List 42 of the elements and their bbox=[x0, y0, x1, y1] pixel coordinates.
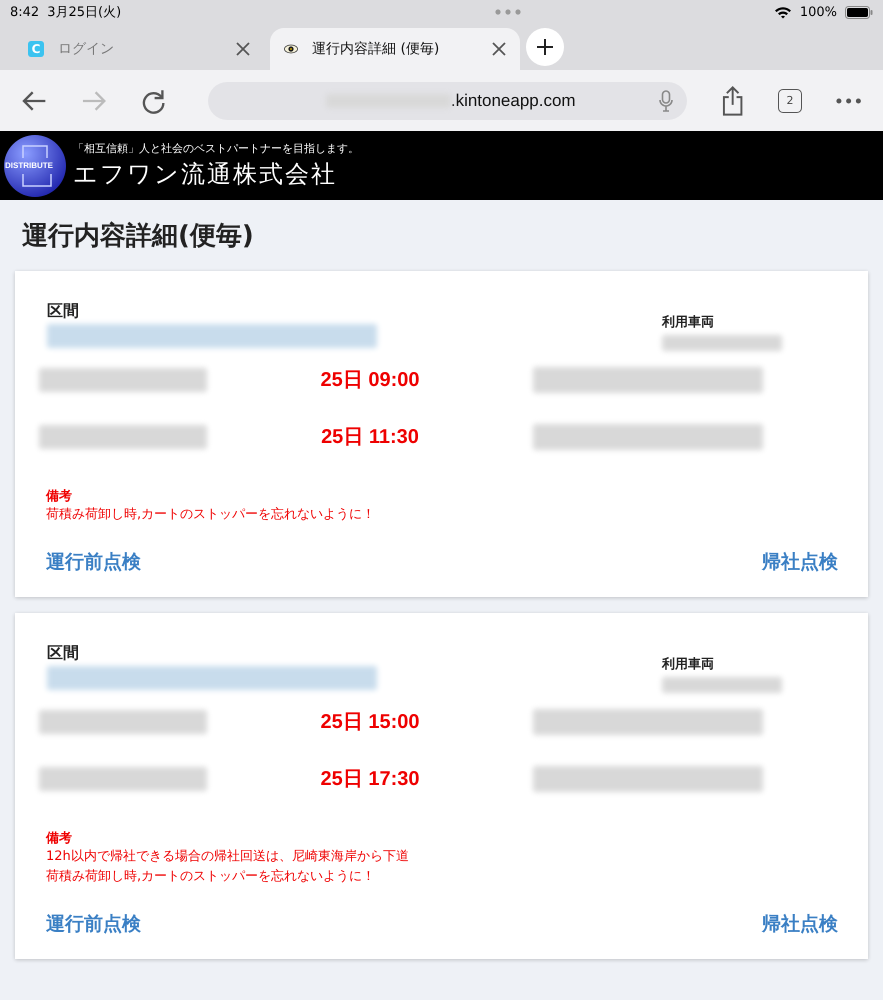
notes-label: 備考 bbox=[46, 488, 73, 505]
new-tab-button[interactable] bbox=[526, 28, 564, 66]
tab-count-button[interactable]: 2 bbox=[778, 88, 802, 112]
microphone-icon[interactable] bbox=[659, 90, 673, 112]
more-dots-icon bbox=[494, 9, 520, 15]
status-time: 8:42 bbox=[10, 4, 40, 20]
time-value: 25日 11:30 bbox=[320, 425, 420, 450]
wifi-icon bbox=[774, 6, 792, 18]
inspection-link[interactable]: 帰社点検 bbox=[762, 549, 838, 575]
back-arrow-icon[interactable] bbox=[22, 90, 48, 112]
section-label: 区間 bbox=[47, 643, 80, 664]
section-label: 区間 bbox=[47, 301, 80, 322]
company-name: エフワン流通株式会社 bbox=[73, 159, 338, 190]
close-icon[interactable] bbox=[492, 42, 506, 56]
time-value: 25日 17:30 bbox=[320, 767, 420, 792]
time-value: 25日 15:00 bbox=[320, 710, 420, 735]
inspection-link[interactable]: 運行前点検 bbox=[46, 911, 141, 937]
note-text: 荷積み荷卸し時,カートのストッパーを忘れないように！ bbox=[46, 506, 376, 524]
more-icon[interactable] bbox=[836, 98, 861, 104]
browser-tab[interactable]: C ログイン bbox=[14, 28, 264, 70]
inspection-link[interactable]: 帰社点検 bbox=[762, 911, 838, 937]
page-title: 運行内容詳細(便毎) bbox=[21, 220, 255, 253]
plus-icon bbox=[536, 38, 554, 56]
address-field[interactable]: .kintoneapp.com bbox=[208, 82, 687, 120]
note-text: 荷積み荷卸し時,カートのストッパーを忘れないように！ bbox=[46, 868, 376, 886]
eye-icon bbox=[284, 44, 298, 54]
inspection-link[interactable]: 運行前点検 bbox=[46, 549, 141, 575]
close-icon[interactable] bbox=[236, 42, 250, 56]
site-favicon: C bbox=[28, 41, 44, 57]
battery-percent: 100% bbox=[800, 4, 837, 20]
browser-tab[interactable]: 運行内容詳細 (便毎) bbox=[270, 28, 520, 70]
status-date: 3月25日(火) bbox=[47, 4, 122, 21]
reload-icon[interactable] bbox=[140, 88, 166, 114]
notes-label: 備考 bbox=[46, 830, 73, 847]
battery-icon bbox=[845, 6, 873, 18]
vehicle-label: 利用車両 bbox=[662, 314, 715, 331]
time-value: 25日 09:00 bbox=[320, 368, 420, 393]
vehicle-label: 利用車両 bbox=[662, 656, 715, 673]
company-logo: DISTRIBUTE bbox=[3, 134, 67, 198]
company-slogan: 「相互信頼」人と社会のベストパートナーを目指します。 bbox=[73, 141, 359, 156]
share-icon[interactable] bbox=[721, 86, 744, 116]
note-text: 12h以内で帰社できる場合の帰社回送は、尼崎東海岸から下道 bbox=[46, 848, 410, 866]
